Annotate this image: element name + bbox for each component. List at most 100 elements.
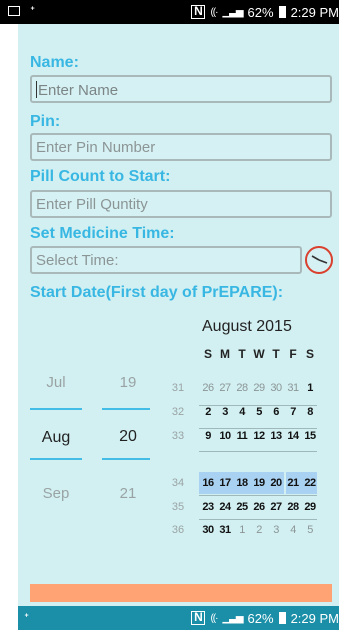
weekday-thu: T — [272, 347, 280, 361]
calendar-day[interactable]: 30 — [268, 382, 284, 394]
calendar-day[interactable]: 10 — [217, 430, 233, 442]
weekday-fri: F — [289, 347, 297, 361]
weekday-sat: S — [305, 347, 314, 361]
pin-label: Pin: — [30, 113, 61, 130]
calendar-day[interactable]: 30 — [200, 524, 216, 536]
nfc-icon: N — [191, 611, 206, 625]
weekday-sun: S — [203, 347, 212, 361]
calendar-day[interactable]: 26 — [251, 501, 267, 513]
calendar-day[interactable]: 11 — [234, 430, 250, 442]
clock-icon — [311, 255, 328, 264]
calendar-day[interactable]: 1 — [302, 382, 318, 394]
month-prev[interactable]: Jul — [32, 374, 80, 391]
calendar-day[interactable]: 2 — [200, 406, 216, 418]
pill-count-label: Pill Count to Start: — [30, 168, 171, 185]
status-bar: ᐩ N ((· ▁▃▅ 62% 2:29 PM — [0, 0, 339, 24]
day-divider-top — [102, 408, 150, 410]
start-date-label: Start Date(First day of PrEPARE): — [30, 284, 284, 301]
wifi-icon: ((· — [210, 612, 218, 624]
weekday-mon: M — [220, 347, 230, 361]
calendar-divider — [199, 428, 317, 429]
calendar-day[interactable]: 12 — [251, 430, 267, 442]
day-next[interactable]: 21 — [104, 485, 152, 502]
calendar-day[interactable]: 17 — [217, 477, 233, 489]
month-divider-top — [30, 408, 82, 410]
day-selected[interactable]: 20 — [104, 428, 152, 446]
calendar-day[interactable]: 9 — [200, 430, 216, 442]
signal-icon: ▁▃▅ — [222, 6, 243, 18]
calendar-day[interactable]: 7 — [285, 406, 301, 418]
calendar-day[interactable]: 31 — [285, 382, 301, 394]
calendar-month-title: August 2015 — [202, 318, 292, 335]
calendar-day[interactable]: 20 — [268, 477, 284, 489]
pill-count-input[interactable]: Enter Pill Quntity — [30, 190, 332, 218]
calendar-day[interactable]: 3 — [268, 524, 284, 536]
battery-icon — [278, 612, 286, 624]
pin-input[interactable]: Enter Pin Number — [30, 133, 332, 161]
status-time: 2:29 PM — [290, 4, 339, 20]
week-number: 31 — [171, 382, 185, 394]
missed-call-icon: ᐩ — [24, 610, 30, 625]
medicine-time-input[interactable]: Select Time: — [30, 246, 302, 274]
calendar-day[interactable]: 24 — [217, 501, 233, 513]
screenshot-icon — [8, 5, 20, 16]
clock-button[interactable] — [305, 246, 333, 274]
weekday-tue: T — [238, 347, 246, 361]
battery-icon — [278, 6, 286, 18]
calendar-day[interactable]: 5 — [251, 406, 267, 418]
calendar-day[interactable]: 4 — [234, 406, 250, 418]
calendar-day[interactable]: 28 — [285, 501, 301, 513]
name-input[interactable]: Enter Name — [30, 75, 332, 103]
calendar-divider — [199, 519, 317, 520]
calendar-day[interactable]: 29 — [251, 382, 267, 394]
month-next[interactable]: Sep — [32, 485, 80, 502]
calendar-day[interactable]: 23 — [200, 501, 216, 513]
status-right: N ((· ▁▃▅ 62% 2:29 PM — [191, 0, 339, 24]
calendar-day[interactable]: 31 — [217, 524, 233, 536]
day-prev[interactable]: 19 — [104, 374, 152, 391]
calendar-day[interactable]: 16 — [200, 477, 216, 489]
medicine-time-placeholder: Select Time: — [36, 252, 119, 269]
calendar-day[interactable]: 28 — [234, 382, 250, 394]
calendar-day[interactable]: 21 — [285, 477, 301, 489]
battery-percent: 62% — [247, 610, 274, 626]
name-placeholder: Enter Name — [38, 82, 119, 99]
calendar-day[interactable]: 4 — [285, 524, 301, 536]
pill-count-placeholder: Enter Pill Quntity — [36, 196, 148, 213]
action-bar[interactable] — [30, 584, 332, 602]
calendar-day[interactable]: 27 — [217, 382, 233, 394]
calendar-day[interactable]: 19 — [251, 477, 267, 489]
day-divider-bottom — [102, 458, 150, 460]
month-divider-bottom — [30, 458, 82, 460]
calendar-day[interactable]: 2 — [251, 524, 267, 536]
text-cursor — [36, 81, 37, 98]
week-number: 36 — [171, 524, 185, 536]
calendar-day[interactable]: 27 — [268, 501, 284, 513]
calendar-day[interactable]: 1 — [234, 524, 250, 536]
calendar-day[interactable]: 13 — [268, 430, 284, 442]
nfc-icon: N — [191, 5, 206, 19]
weekday-wed: W — [253, 347, 265, 361]
calendar-day[interactable]: 3 — [217, 406, 233, 418]
week-number: 32 — [171, 406, 185, 418]
calendar-day[interactable]: 14 — [285, 430, 301, 442]
app-content: Name: Enter Name Pin: Enter Pin Number P… — [18, 24, 339, 606]
calendar-day[interactable]: 26 — [200, 382, 216, 394]
calendar-day[interactable]: 18 — [234, 477, 250, 489]
week-number: 35 — [171, 501, 185, 513]
nav-time: 2:29 PM — [290, 610, 339, 626]
week-number: 33 — [171, 430, 185, 442]
calendar-day[interactable]: 5 — [302, 524, 318, 536]
week-number: 34 — [171, 477, 185, 489]
status-left: ᐩ — [8, 4, 35, 17]
calendar-day[interactable]: 25 — [234, 501, 250, 513]
month-selected[interactable]: Aug — [32, 429, 80, 447]
missed-call-icon: ᐩ — [30, 3, 36, 18]
calendar-day[interactable]: 6 — [268, 406, 284, 418]
battery-percent: 62% — [247, 4, 274, 20]
calendar-day[interactable]: 8 — [302, 406, 318, 418]
pin-placeholder: Enter Pin Number — [36, 139, 156, 156]
calendar-day[interactable]: 15 — [302, 430, 318, 442]
calendar-day[interactable]: 22 — [302, 477, 318, 489]
calendar-day[interactable]: 29 — [302, 501, 318, 513]
